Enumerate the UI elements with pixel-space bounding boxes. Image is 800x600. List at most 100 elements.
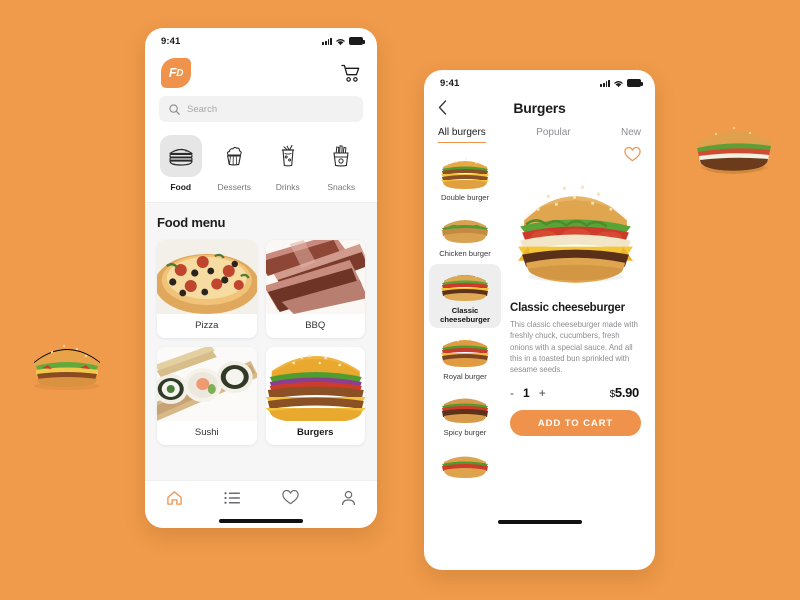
cupcake-icon-tile (213, 135, 255, 177)
signal-bars-icon (600, 79, 610, 87)
burger-list[interactable]: Double burger Chicken burger Classic che… (424, 143, 506, 515)
burger-icon-tile (159, 135, 202, 177)
fries-icon-tile (320, 135, 362, 177)
chicken-burger-thumb (436, 210, 494, 246)
nav-home[interactable] (145, 490, 203, 506)
floating-burger-right (688, 112, 780, 178)
bottom-nav (145, 480, 377, 514)
list-item-chicken-burger-label: Chicken burger (439, 249, 491, 259)
bbq-ribs-photo (265, 240, 365, 314)
quantity-value: 1 (523, 385, 530, 400)
quantity-decrease-button[interactable]: - (510, 386, 514, 400)
detail-header: Burgers (424, 92, 655, 119)
search-bar[interactable] (159, 96, 363, 122)
app-logo: FD (161, 58, 191, 88)
status-bar: 9:41 (145, 28, 377, 50)
royal-burger-thumb (436, 333, 494, 369)
quantity-stepper[interactable]: - 1 + (510, 386, 546, 400)
pizza-photo (157, 240, 257, 314)
sushi-photo (157, 347, 257, 421)
search-icon (169, 103, 180, 115)
food-card-burgers[interactable]: Burgers (265, 347, 365, 445)
food-card-bbq-label: BBQ (305, 320, 326, 331)
add-to-cart-button[interactable]: ADD TO CART (510, 410, 641, 437)
category-desserts[interactable]: Desserts (209, 134, 261, 192)
logo-letter-d: D (176, 67, 184, 79)
list-item-chicken-burger[interactable]: Chicken burger (429, 207, 501, 261)
profile-icon (341, 490, 355, 505)
wifi-icon (614, 80, 623, 87)
tab-new[interactable]: New (621, 127, 641, 143)
home-indicator (145, 514, 377, 528)
heart-icon (281, 490, 299, 505)
food-menu-grid: Pizza BBQ Sushi Burgers (157, 240, 365, 445)
list-item-double-burger-label: Double burger (440, 193, 490, 202)
shopping-cart-icon[interactable] (341, 64, 361, 83)
food-card-sushi[interactable]: Sushi (157, 347, 257, 445)
wifi-icon (336, 38, 345, 45)
battery-icon (627, 79, 643, 87)
battery-icon (349, 37, 365, 45)
category-snacks-label: Snacks (327, 182, 356, 192)
product-title: Classic cheeseburger (510, 302, 625, 314)
list-item-extra-burger[interactable] (429, 443, 501, 488)
product-price: $5.90 (610, 385, 640, 401)
list-item-classic-cheeseburger[interactable]: Classic cheeseburger (429, 263, 501, 328)
burger-photo (265, 347, 365, 421)
extra-burger-thumb (436, 446, 494, 482)
list-item-royal-burger-label: Royal burger (443, 371, 487, 381)
status-clock-right: 9:41 (440, 77, 460, 89)
logo-letter-f: F (168, 66, 177, 80)
status-clock: 9:41 (161, 35, 181, 47)
spicy-burger-thumb (436, 389, 494, 425)
detail-body: Double burger Chicken burger Classic che… (424, 143, 655, 515)
category-desserts-label: Desserts (217, 182, 252, 192)
food-menu-title: Food menu (157, 215, 226, 230)
list-item-royal-burger[interactable]: Royal burger (429, 330, 501, 384)
list-item-double-burger[interactable]: Double burger (429, 151, 501, 205)
list-item-spicy-burger-label: Spicy burger (443, 428, 487, 438)
price-value: 5.90 (614, 385, 639, 401)
quantity-increase-button[interactable]: + (539, 386, 546, 400)
purchase-row: - 1 + $5.90 (510, 385, 641, 400)
status-bar-right: 9:41 (424, 70, 655, 92)
list-item-classic-cheeseburger-label: Classic cheeseburger (440, 305, 490, 325)
phone-left-home-screen: 9:41 FD Search Food Desserts Drinks Snac… (145, 28, 377, 528)
heart-outline-icon[interactable] (624, 147, 641, 162)
brand-row: FD (145, 50, 377, 94)
nav-favorites[interactable] (261, 490, 319, 505)
search-input[interactable] (187, 103, 353, 115)
cupcake-icon (227, 146, 242, 166)
food-menu-section: Food menu Pizza BBQ Sushi Burgers (145, 202, 377, 480)
floating-burger-left (22, 332, 112, 396)
food-card-bbq[interactable]: BBQ (265, 240, 365, 338)
food-card-sushi-label: Sushi (194, 427, 219, 438)
drink-icon (281, 144, 294, 167)
category-snacks[interactable]: Snacks (316, 134, 368, 192)
product-description: This classic cheeseburger made with fres… (510, 320, 638, 375)
signal-bars-icon (322, 37, 332, 45)
tab-popular[interactable]: Popular (536, 127, 570, 143)
classic-cheeseburger-photo (510, 163, 641, 298)
category-drinks-label: Drinks (275, 182, 300, 192)
phone-right-product-screen: 9:41 Burgers All burgers Popular New Dou… (424, 70, 655, 570)
food-card-burgers-label: Burgers (297, 427, 334, 438)
nav-orders[interactable] (203, 491, 261, 505)
product-detail: Classic cheeseburger This classic cheese… (506, 143, 655, 515)
drink-icon-tile (267, 135, 309, 177)
fries-icon (333, 145, 349, 167)
category-food[interactable]: Food (155, 134, 207, 192)
food-card-pizza-label: Pizza (195, 320, 219, 331)
list-item-spicy-burger[interactable]: Spicy burger (429, 386, 501, 440)
food-card-pizza[interactable]: Pizza (157, 240, 257, 338)
burger-icon (169, 148, 193, 166)
category-drinks[interactable]: Drinks (262, 134, 314, 192)
classic-cheeseburger-thumb (436, 267, 494, 303)
home-indicator-right (424, 515, 655, 529)
list-icon (223, 491, 240, 504)
page-title: Burgers (513, 99, 566, 116)
nav-profile[interactable] (319, 490, 377, 506)
double-burger-thumb (436, 154, 494, 190)
category-food-label: Food (170, 182, 192, 192)
tab-all-burgers[interactable]: All burgers (438, 127, 486, 143)
